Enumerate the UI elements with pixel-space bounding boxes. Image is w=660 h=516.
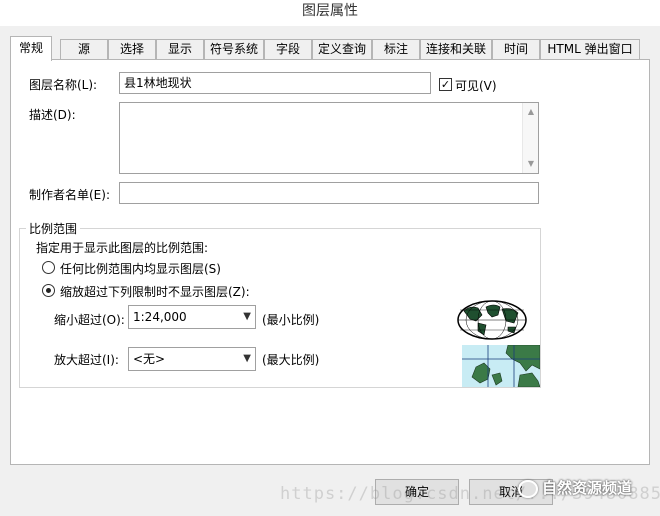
min-scale-combo[interactable]: 1:24,000 ▼: [128, 305, 256, 329]
scale-range-group: 比例范围 指定用于显示此图层的比例范围: 任何比例范围内均显示图层(S) 缩放超…: [19, 220, 541, 388]
radio-any-scale-label[interactable]: 任何比例范围内均显示图层(S): [60, 260, 221, 277]
scroll-up-icon[interactable]: ▲: [523, 106, 539, 118]
tab-general[interactable]: 常规: [10, 36, 52, 61]
credits-label: 制作者名单(E):: [29, 188, 110, 202]
max-scale-label: 放大超过(I):: [54, 353, 119, 367]
tab-html-popup[interactable]: HTML 弹出窗口: [540, 39, 640, 60]
description-scrollbar[interactable]: ▲ ▼: [522, 103, 538, 173]
check-icon: ✓: [440, 78, 451, 91]
tab-time[interactable]: 时间: [492, 39, 540, 60]
max-scale-hint: (最大比例): [262, 353, 320, 367]
description-textarea[interactable]: ▲ ▼: [119, 102, 539, 174]
tab-joins-relates[interactable]: 连接和关联: [420, 39, 492, 60]
min-scale-value: 1:24,000: [133, 310, 187, 324]
layer-name-input[interactable]: 县1林地现状: [119, 72, 431, 94]
general-panel: 图层名称(L): 县1林地现状 ✓ 可见(V) 描述(D): ▲ ▼ 制作者名单…: [10, 59, 650, 465]
layer-name-label: 图层名称(L):: [29, 78, 98, 92]
radio-any-scale[interactable]: [42, 261, 55, 274]
brand-watermark: 自然资源频道: [518, 476, 632, 500]
chevron-down-icon[interactable]: ▼: [243, 306, 251, 328]
chevron-down-icon[interactable]: ▼: [243, 348, 251, 370]
tab-selection[interactable]: 选择: [108, 39, 156, 60]
description-label: 描述(D):: [29, 108, 76, 122]
brand-watermark-text: 自然资源频道: [542, 479, 633, 497]
max-scale-value: <无>: [133, 352, 166, 366]
close-button[interactable]: [630, 2, 650, 20]
tab-strip: 常规 源 选择 显示 符号系统 字段 定义查询 标注 连接和关联 时间 HTML…: [10, 36, 650, 61]
scale-range-legend: 比例范围: [26, 220, 81, 237]
globe-icon: [457, 300, 527, 340]
tab-source[interactable]: 源: [60, 39, 108, 60]
scale-instruction: 指定用于显示此图层的比例范围:: [36, 241, 209, 255]
radio-limit-scale[interactable]: [42, 284, 55, 297]
window-title: 图层属性: [302, 3, 358, 19]
min-scale-label: 缩小超过(O):: [54, 313, 125, 327]
tab-display[interactable]: 显示: [156, 39, 204, 60]
max-scale-combo[interactable]: <无> ▼: [128, 347, 256, 371]
credits-input[interactable]: [119, 182, 539, 204]
visible-checkbox[interactable]: ✓: [439, 78, 452, 91]
tab-definition-query[interactable]: 定义查询: [312, 39, 372, 60]
visible-label: 可见(V): [455, 79, 497, 93]
map-icon: [462, 345, 540, 387]
brand-logo-icon: [518, 479, 538, 498]
radio-limit-scale-label[interactable]: 缩放超过下列限制时不显示图层(Z):: [60, 283, 250, 300]
title-bar: 图层属性: [0, 0, 660, 26]
tab-labels[interactable]: 标注: [372, 39, 420, 60]
tab-fields[interactable]: 字段: [264, 39, 312, 60]
scroll-down-icon[interactable]: ▼: [523, 158, 539, 170]
tab-symbology[interactable]: 符号系统: [204, 39, 264, 60]
min-scale-hint: (最小比例): [262, 313, 320, 327]
